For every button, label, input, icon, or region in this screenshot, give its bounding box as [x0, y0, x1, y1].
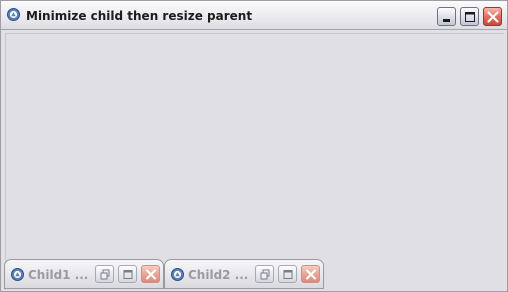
close-button[interactable]	[483, 7, 502, 26]
app-logo-icon	[11, 268, 24, 281]
close-icon	[306, 269, 316, 280]
iconified-frame-child1[interactable]: Child1 ...	[4, 259, 164, 289]
main-window: Minimize child then resize parent Child1…	[0, 0, 508, 292]
close-icon	[146, 269, 156, 280]
child1-restore-button[interactable]	[95, 265, 114, 283]
app-logo-icon[interactable]	[7, 8, 20, 21]
child2-restore-button[interactable]	[255, 265, 274, 283]
minimize-icon	[443, 19, 450, 22]
maximize-icon	[123, 270, 133, 279]
close-icon	[487, 11, 499, 23]
child2-close-button[interactable]	[301, 265, 320, 283]
app-logo-icon	[171, 268, 184, 281]
restore-icon	[100, 269, 110, 280]
maximize-button[interactable]	[460, 7, 479, 26]
child2-maximize-button[interactable]	[278, 265, 297, 283]
minimize-button[interactable]	[437, 7, 456, 26]
child1-title: Child1 ...	[28, 268, 89, 282]
desktop-pane[interactable]	[5, 33, 504, 290]
child1-close-button[interactable]	[141, 265, 160, 283]
child2-title: Child2 ...	[188, 268, 249, 282]
iconified-frame-child2[interactable]: Child2 ...	[164, 259, 324, 289]
maximize-icon	[283, 270, 293, 279]
maximize-icon	[465, 12, 475, 22]
restore-icon	[260, 269, 270, 280]
window-title: Minimize child then resize parent	[26, 9, 253, 23]
child1-maximize-button[interactable]	[118, 265, 137, 283]
title-bar[interactable]: Minimize child then resize parent	[1, 1, 507, 30]
